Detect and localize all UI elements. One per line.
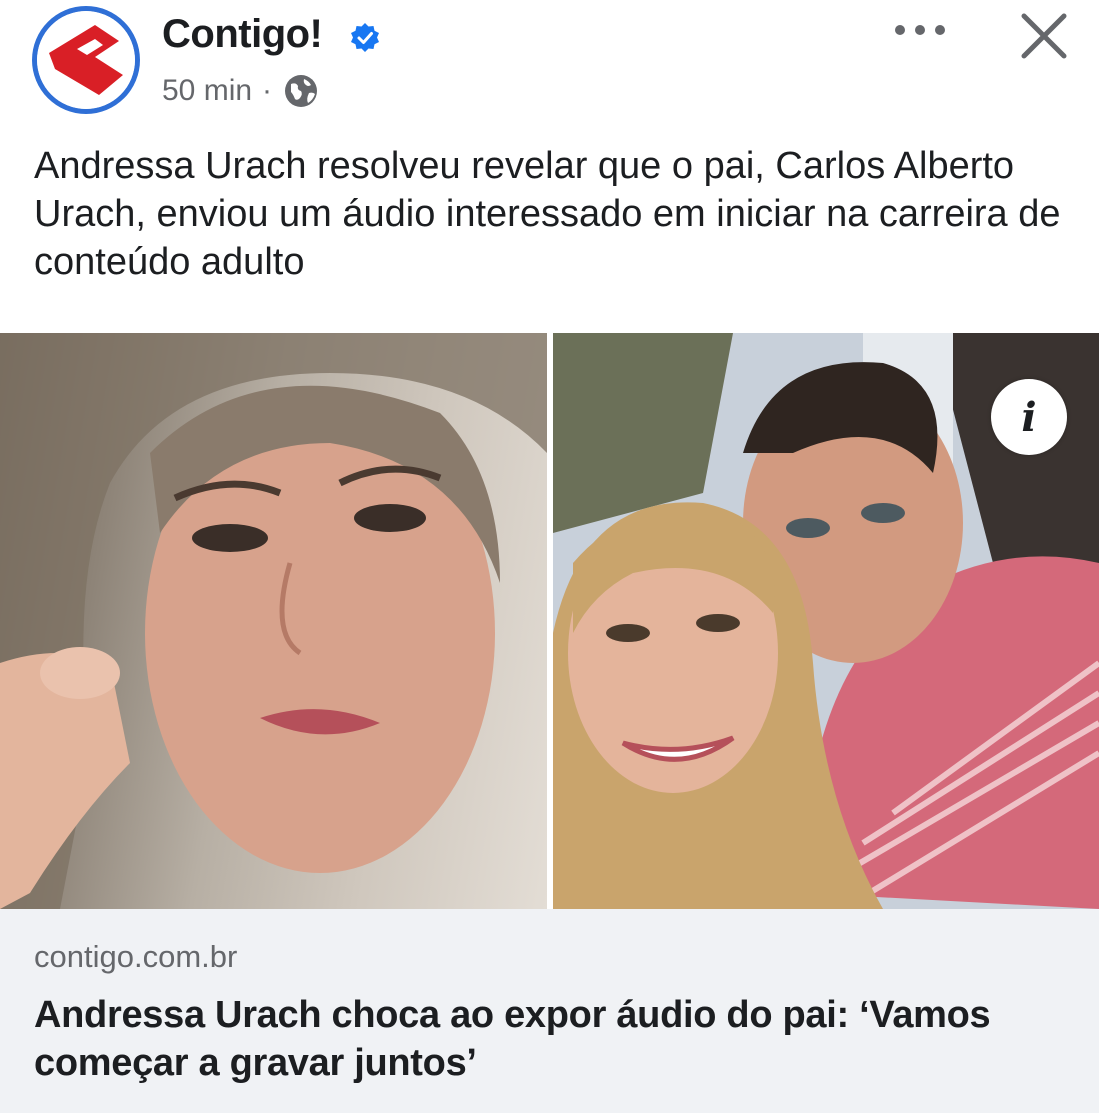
preview-photo-left <box>0 333 547 909</box>
link-domain: contigo.com.br <box>34 939 238 974</box>
page-avatar[interactable] <box>32 6 140 114</box>
post-caption: Andressa Urach resolveu revelar que o pa… <box>34 145 1061 283</box>
link-preview-card[interactable]: contigo.com.br Andressa Urach choca ao e… <box>0 909 1099 1113</box>
info-button[interactable]: i <box>991 379 1067 455</box>
post-time[interactable]: 50 min <box>162 74 252 108</box>
more-options-icon[interactable] <box>888 10 958 50</box>
globe-icon <box>285 75 318 107</box>
close-icon[interactable] <box>1014 6 1074 66</box>
link-preview-image[interactable] <box>0 333 1099 909</box>
info-icon: i <box>1021 393 1037 441</box>
link-title[interactable]: Andressa Urach choca ao expor áudio do p… <box>34 991 1074 1087</box>
verified-badge-icon <box>351 23 379 52</box>
meta-separator: · <box>262 74 273 107</box>
contigo-logo-icon <box>37 11 135 109</box>
post-meta: 50 min · <box>162 72 320 110</box>
page-name[interactable]: Contigo! <box>162 12 323 57</box>
post-header: Contigo! 50 min · <box>0 0 1099 130</box>
